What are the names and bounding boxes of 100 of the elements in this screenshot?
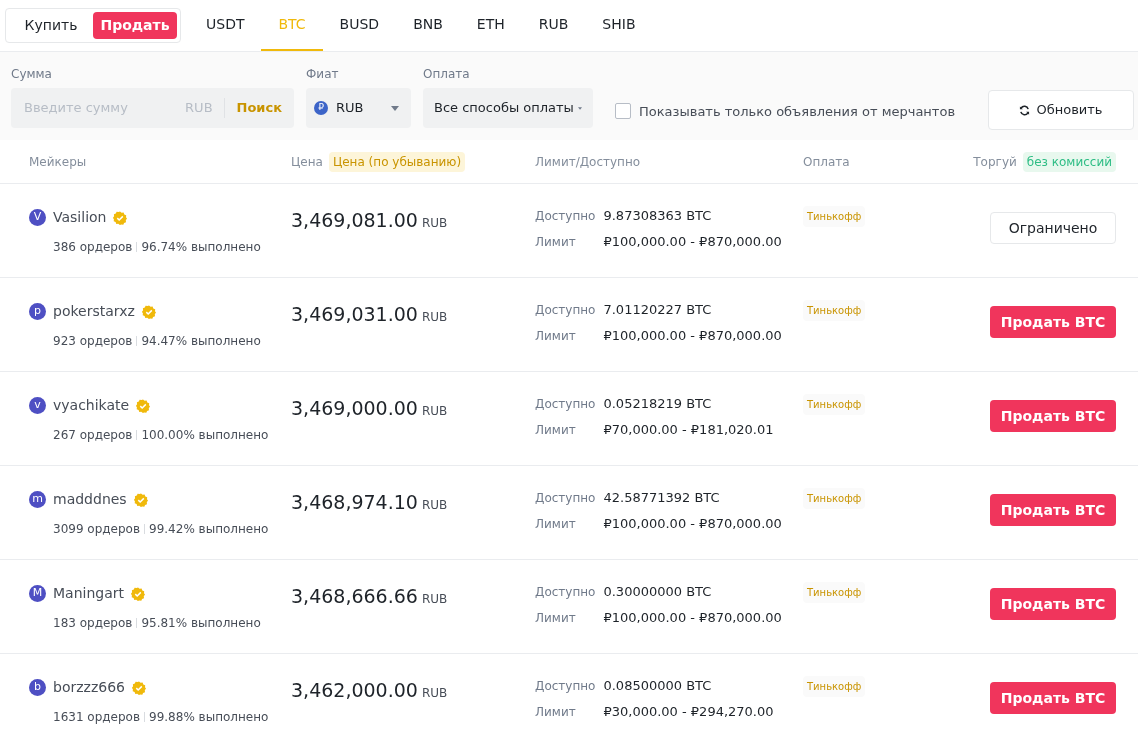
maker-name[interactable]: madddnes (53, 489, 127, 510)
order-count: 1631 ордеров (53, 709, 141, 726)
available-amount: 0.30000000 BTC (603, 583, 713, 601)
maker-name[interactable]: pokerstarxz (53, 301, 135, 322)
verified-badge-icon (136, 398, 151, 413)
limit-label: Лимит (535, 703, 577, 721)
avatar: V (29, 209, 46, 226)
price-currency: RUB (421, 685, 448, 702)
limit-label: Лимит (535, 515, 577, 533)
completion-rate: 94.47% выполнено (141, 333, 261, 350)
payment-method-tag: Тинькофф (803, 582, 866, 603)
payment-label: Оплата (423, 66, 471, 83)
currency-unit: RUB (185, 98, 225, 118)
asset-tab[interactable]: RUB (521, 0, 586, 51)
order-count: 3099 ордеров (53, 521, 141, 538)
limit-label: Лимит (535, 233, 577, 251)
available-amount: 0.08500000 BTC (603, 677, 713, 695)
sell-button[interactable]: Продать BTC (990, 682, 1116, 714)
asset-tab[interactable]: SHIB (585, 0, 653, 51)
side-tab[interactable]: Купить (9, 12, 93, 39)
merchants-only-label: Показывать только объявления от мерчантов (639, 102, 956, 121)
completion-rate: 99.42% выполнено (149, 521, 269, 538)
available-amount: 9.87308363 BTC (603, 207, 713, 225)
maker-name[interactable]: Maningart (53, 583, 124, 604)
limit-range: ₽100,000.00 - ₽870,000.00 (603, 608, 783, 627)
payment-method-tag: Тинькофф (803, 300, 866, 321)
verified-badge-icon (141, 304, 156, 319)
column-header: Торгуй (973, 153, 1017, 171)
price: 3,469,031.00 (291, 302, 418, 327)
fiat-label: Фиат (306, 66, 340, 83)
completion-rate: 95.81% выполнено (141, 615, 261, 632)
price: 3,469,000.00 (291, 396, 418, 421)
available-amount: 0.05218219 BTC (603, 395, 713, 413)
limit-label: Лимит (535, 609, 577, 627)
available-amount: 42.58771392 BTC (603, 489, 721, 507)
order-count: 267 ордеров (53, 427, 133, 444)
fiat-select[interactable]: ₽ RUB (306, 88, 411, 128)
sell-button[interactable]: Продать BTC (990, 494, 1116, 526)
column-header: Цена (291, 153, 323, 171)
verified-badge-icon (133, 492, 148, 507)
refresh-button[interactable]: Обновить (988, 90, 1134, 130)
avatar: p (29, 303, 46, 320)
available-label: Доступно (535, 490, 596, 507)
avatar: m (29, 491, 46, 508)
ruble-coin-icon: ₽ (314, 101, 328, 115)
asset-tab[interactable]: USDT (189, 0, 262, 51)
price: 3,462,000.00 (291, 678, 418, 703)
amount-label: Сумма (11, 66, 53, 83)
avatar: M (29, 585, 46, 602)
side-tab[interactable]: Продать (93, 12, 177, 39)
payment-select[interactable]: Все способы оплаты (423, 88, 593, 128)
maker-name[interactable]: Vasilion (53, 207, 107, 228)
available-label: Доступно (535, 302, 596, 319)
limit-range: ₽30,000.00 - ₽294,270.00 (603, 702, 775, 721)
verified-badge-icon (131, 586, 145, 601)
column-header: Оплата (803, 153, 850, 171)
avatar: b (29, 679, 46, 696)
completion-rate: 96.74% выполнено (141, 239, 261, 256)
refresh-icon (1019, 104, 1031, 116)
limit-label: Лимит (535, 327, 577, 345)
available-label: Доступно (535, 584, 596, 601)
zero-fee-badge: без комиссий (1022, 151, 1116, 172)
verified-badge-icon (132, 680, 146, 695)
payment-method-tag: Тинькофф (803, 676, 866, 697)
sell-button[interactable]: Продать BTC (990, 588, 1116, 620)
avatar: v (29, 397, 46, 414)
payment-method-tag: Тинькофф (803, 488, 866, 509)
maker-name[interactable]: borzzz666 (53, 677, 125, 698)
available-amount: 7.01120227 BTC (603, 301, 713, 319)
asset-tab[interactable]: ETH (459, 0, 522, 51)
caret-icon (577, 105, 582, 111)
price-currency: RUB (421, 497, 448, 514)
caret-icon (391, 105, 399, 111)
merchants-checkbox[interactable] (615, 103, 631, 120)
restricted-button[interactable]: Ограничено (990, 212, 1116, 244)
payment-method-tag: Тинькофф (803, 394, 866, 415)
order-count: 386 ордеров (53, 239, 133, 256)
column-header: Мейкеры (29, 153, 88, 171)
completion-rate: 99.88% выполнено (149, 709, 269, 726)
sell-button[interactable]: Продать BTC (990, 306, 1116, 338)
limit-range: ₽100,000.00 - ₽870,000.00 (603, 232, 783, 251)
sell-button[interactable]: Продать BTC (990, 400, 1116, 432)
price-currency: RUB (421, 403, 448, 420)
limit-range: ₽100,000.00 - ₽870,000.00 (603, 514, 783, 533)
verified-badge-icon (113, 210, 128, 225)
available-label: Доступно (535, 678, 596, 695)
price: 3,468,974.10 (291, 490, 418, 515)
column-header: Лимит/Доступно (535, 153, 642, 171)
price-currency: RUB (421, 215, 448, 232)
completion-rate: 100.00% выполнено (141, 427, 269, 444)
asset-tab[interactable]: BUSD (322, 0, 397, 51)
price-currency: RUB (421, 309, 448, 326)
maker-name[interactable]: vyachikate (53, 395, 130, 416)
order-count: 923 ордеров (53, 333, 133, 350)
available-label: Доступно (535, 396, 596, 413)
limit-range: ₽100,000.00 - ₽870,000.00 (603, 326, 783, 345)
asset-tab[interactable]: BNB (396, 0, 460, 51)
price-currency: RUB (421, 591, 448, 608)
order-count: 183 ордеров (53, 615, 133, 632)
payment-method-tag: Тинькофф (803, 206, 866, 227)
